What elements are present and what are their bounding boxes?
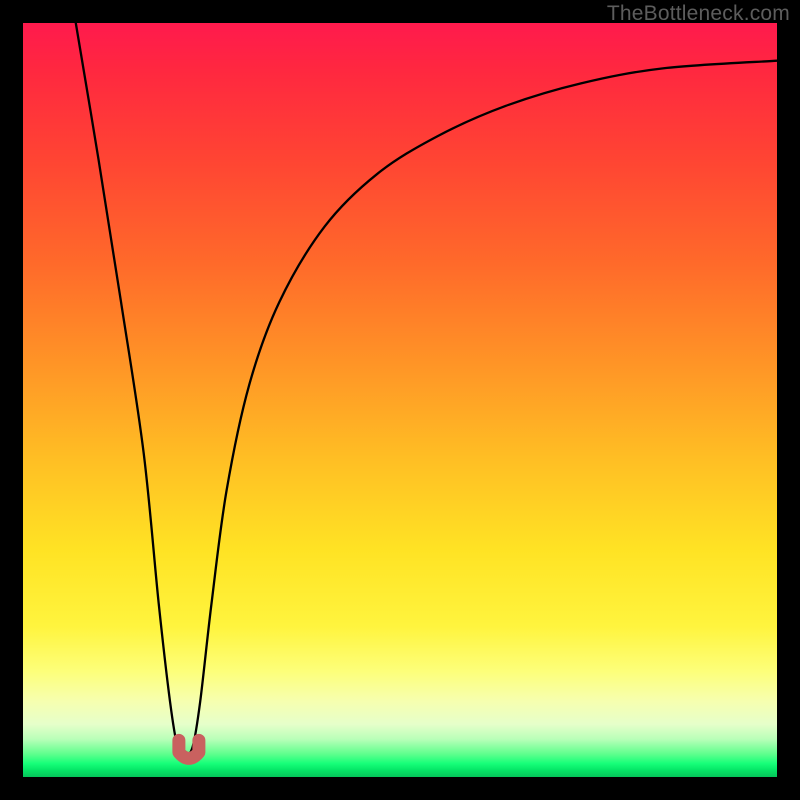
watermark-text: TheBottleneck.com bbox=[607, 2, 790, 26]
optimal-point-marker bbox=[179, 740, 199, 758]
curve-layer bbox=[23, 23, 777, 777]
plot-area bbox=[23, 23, 777, 777]
chart-frame: TheBottleneck.com bbox=[0, 0, 800, 800]
bottleneck-curve bbox=[76, 23, 777, 754]
